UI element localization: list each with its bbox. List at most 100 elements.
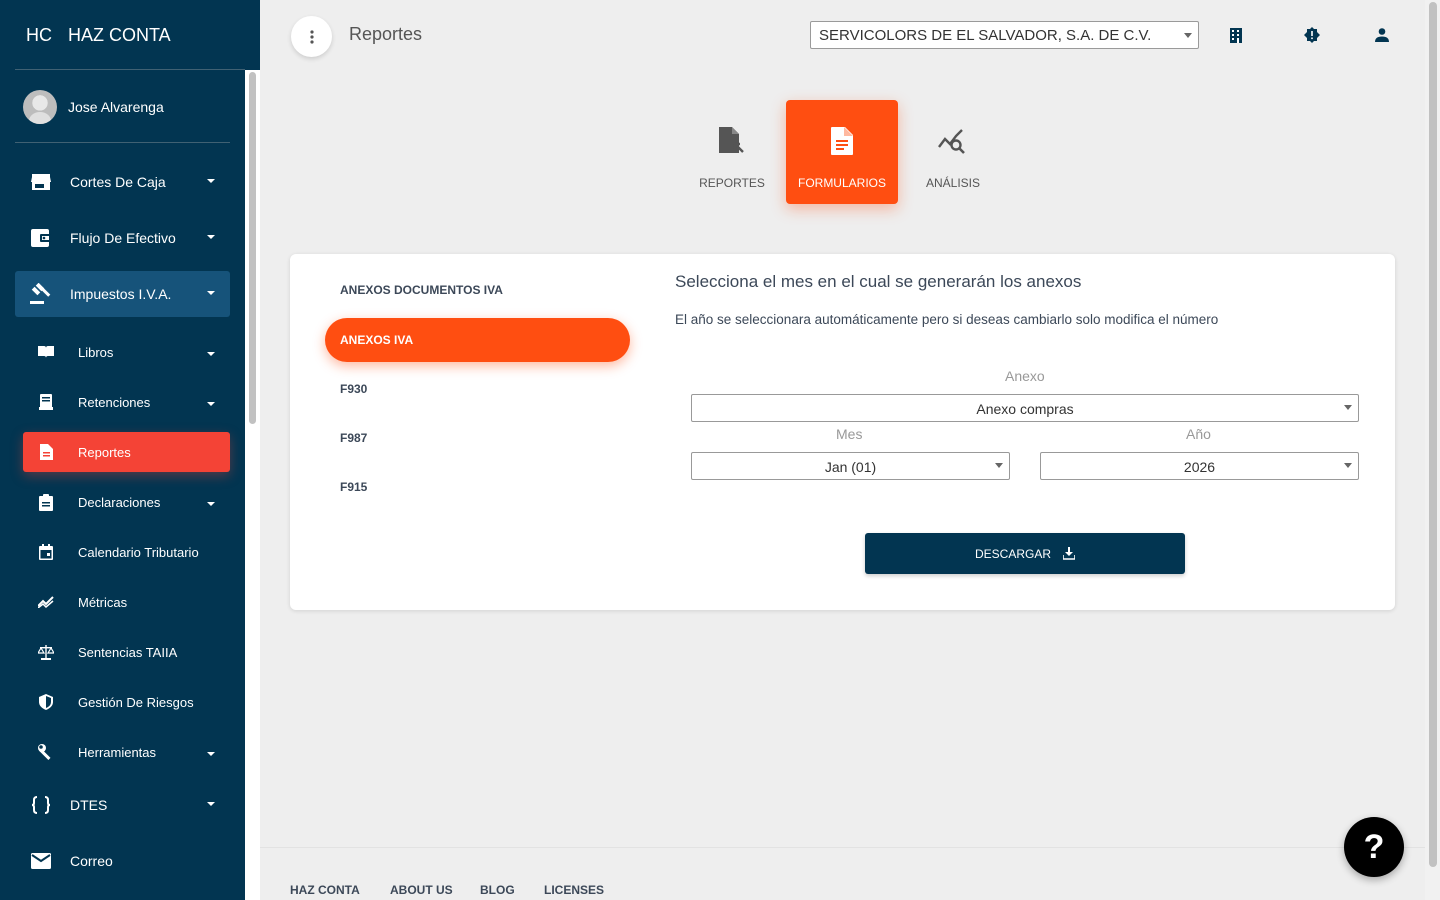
sidebar-item-label: Cortes De Caja (70, 174, 166, 190)
pill-label: ANEXOS IVA (340, 333, 414, 347)
caret-down-icon (995, 463, 1003, 468)
mes-select[interactable]: Jan (01) (691, 452, 1010, 480)
caret-down-icon (207, 402, 215, 406)
receipt-icon (37, 393, 55, 411)
sidebar-subitem-label: Libros (78, 344, 114, 360)
store-icon (29, 170, 53, 194)
sidebar-item-label: DTES (70, 797, 108, 813)
download-button-label: DESCARGAR (974, 546, 1051, 561)
sidebar-subitem-label: Sentencias TAIIA (78, 644, 178, 660)
more-menu-button[interactable] (291, 16, 332, 57)
footer-link-blog[interactable]: BLOG (480, 883, 515, 897)
caret-down-icon (207, 235, 215, 239)
sidebar-subitem-label: Gestión De Riesgos (78, 694, 194, 710)
sidebar-subitem-label: Reportes (78, 444, 131, 460)
pill-f915[interactable]: F915 (325, 465, 630, 509)
sidebar-subitem-metricas[interactable]: Métricas (23, 582, 230, 622)
sidebar-subitem-herramientas[interactable]: Herramientas (23, 732, 230, 772)
pill-label: F915 (340, 480, 368, 494)
document-icon (37, 443, 55, 461)
pill-label: F930 (340, 382, 368, 396)
balance-icon (37, 643, 55, 661)
pill-anexos-iva[interactable]: ANEXOS IVA (325, 318, 630, 362)
anio-label: Año (1186, 426, 1211, 442)
help-button[interactable]: ? (1344, 817, 1404, 877)
sidebar-scrollbar[interactable] (249, 72, 256, 424)
download-icon (1063, 547, 1075, 560)
sidebar-subitem-declaraciones[interactable]: Declaraciones (23, 482, 230, 522)
mes-select-value: Jan (01) (824, 459, 877, 475)
sidebar-subitem-reportes[interactable]: Reportes (23, 432, 230, 472)
shield-icon (37, 693, 55, 711)
wallet-icon (29, 226, 53, 250)
brand[interactable]: HC HAZ CONTA (0, 0, 260, 70)
user-profile[interactable]: Jose Alvarenga (23, 90, 164, 124)
sidebar-item-impuestos-iva[interactable]: Impuestos I.V.A. (15, 271, 230, 317)
alert-badge-icon[interactable] (1301, 24, 1323, 46)
mes-label: Mes (836, 426, 863, 442)
tab-formularios[interactable]: FORMULARIOS (786, 100, 898, 204)
form-card: ANEXOS DOCUMENTOS IVA ANEXOS IVA F930 F9… (290, 254, 1395, 610)
building-icon[interactable] (1225, 24, 1247, 46)
sidebar-subitem-sentencias-taiia[interactable]: Sentencias TAIIA (23, 632, 230, 672)
caret-down-icon (207, 291, 215, 295)
sidebar-item-dtes[interactable]: DTES (15, 782, 230, 828)
clipboard-icon (37, 493, 55, 511)
caret-down-icon (1184, 33, 1192, 38)
avatar (23, 90, 57, 124)
sidebar-item-flujo-de-efectivo[interactable]: Flujo De Efectivo (15, 215, 230, 261)
caret-down-icon (207, 752, 215, 756)
pill-label: F987 (340, 431, 368, 445)
calendar-icon (37, 543, 55, 561)
gavel-icon (29, 282, 53, 306)
brand-mini-logo: HC (26, 24, 52, 45)
anio-select[interactable]: 2026 (1040, 452, 1359, 480)
footer-link-licenses[interactable]: LICENSES (544, 883, 604, 897)
sidebar-subitem-libros[interactable]: Libros (23, 332, 230, 372)
user-account-icon[interactable] (1371, 24, 1393, 46)
caret-down-icon (207, 802, 215, 806)
download-button[interactable]: DESCARGAR (865, 533, 1185, 574)
tab-label: FORMULARIOS (797, 176, 886, 190)
caret-down-icon (1344, 463, 1352, 468)
pill-anexos-documentos-iva[interactable]: ANEXOS DOCUMENTOS IVA (325, 268, 630, 312)
sidebar-subitem-label: Calendario Tributario (78, 544, 199, 560)
company-select[interactable]: SERVICOLORS DE EL SALVADOR, S.A. DE C.V. (810, 21, 1199, 49)
anexo-select[interactable]: Anexo compras (691, 394, 1359, 422)
sidebar: HC HAZ CONTA Jose Alvarenga Cortes De Ca… (0, 0, 260, 900)
sidebar-subitem-label: Retenciones (78, 394, 151, 410)
anexo-select-value: Anexo compras (976, 401, 1074, 417)
main-scrollbar[interactable] (1429, 2, 1437, 867)
user-name: Jose Alvarenga (68, 99, 164, 115)
sidebar-item-label: Impuestos I.V.A. (70, 286, 172, 302)
footer-link-about-us[interactable]: ABOUT US (390, 883, 453, 897)
sidebar-subitem-calendario-tributario[interactable]: Calendario Tributario (23, 532, 230, 572)
form-icon (831, 126, 853, 156)
sidebar-subitem-gestion-de-riesgos[interactable]: Gestión De Riesgos (23, 682, 230, 722)
divider (15, 142, 230, 143)
sidebar-item-label: Correo (70, 853, 113, 869)
tab-reportes[interactable]: REPORTES (676, 100, 788, 204)
sidebar-item-correo[interactable]: Correo (15, 838, 230, 884)
pill-f930[interactable]: F930 (325, 367, 630, 411)
sidebar-subitem-retenciones[interactable]: Retenciones (23, 382, 230, 422)
anexo-label: Anexo (1005, 368, 1045, 384)
book-icon (37, 343, 55, 361)
pill-label: ANEXOS DOCUMENTOS IVA (340, 283, 503, 297)
footer-link-haz-conta[interactable]: HAZ CONTA (290, 883, 360, 897)
tab-label: ANÁLISIS (925, 176, 981, 190)
code-braces-icon (29, 793, 53, 817)
sidebar-subitem-label: Métricas (78, 594, 128, 610)
help-icon: ? (1363, 827, 1385, 866)
report-icon (719, 126, 745, 156)
caret-down-icon (207, 352, 215, 356)
sidebar-subitem-label: Declaraciones (78, 494, 161, 510)
mail-icon (29, 849, 53, 873)
tab-analisis[interactable]: ANÁLISIS (897, 100, 1009, 204)
pill-f987[interactable]: F987 (325, 416, 630, 460)
caret-down-icon (207, 502, 215, 506)
wrench-icon (37, 743, 55, 761)
sidebar-item-cortes-de-caja[interactable]: Cortes De Caja (15, 159, 230, 205)
brand-name: HAZ CONTA (68, 24, 171, 45)
analysis-icon (938, 126, 968, 156)
